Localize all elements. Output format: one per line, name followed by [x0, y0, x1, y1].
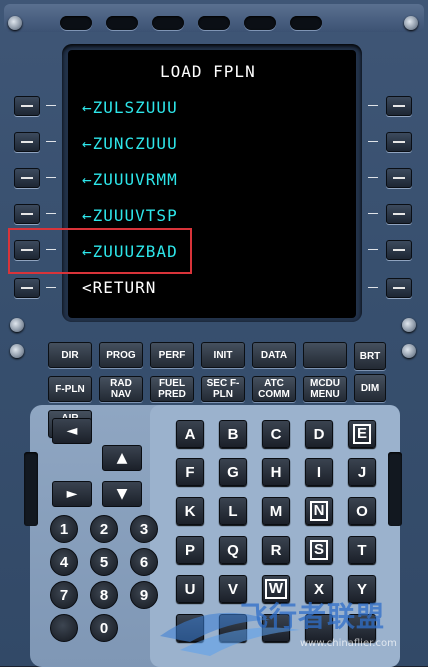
- annunciator-slot: [198, 16, 230, 30]
- num-key-0[interactable]: 0: [90, 614, 118, 642]
- rad-nav-key[interactable]: RAD NAV: [99, 376, 143, 402]
- lsk-4r[interactable]: [386, 204, 412, 224]
- num-key-5[interactable]: 5: [90, 548, 118, 576]
- lsk-1r[interactable]: [386, 96, 412, 116]
- num-key-7[interactable]: 7: [50, 581, 78, 609]
- alpha-key-m[interactable]: M: [262, 497, 290, 525]
- screw-icon: [404, 16, 418, 30]
- alpha-key-s[interactable]: S: [305, 536, 333, 564]
- alpha-key-o[interactable]: O: [348, 497, 376, 525]
- alpha-key-b[interactable]: B: [219, 420, 247, 448]
- watermark-url: www.chinaflier.com: [300, 638, 397, 649]
- data-key[interactable]: DATA: [252, 342, 296, 368]
- alpha-key-t[interactable]: T: [348, 536, 376, 564]
- num-key-4[interactable]: 4: [50, 548, 78, 576]
- lsk-2l[interactable]: [14, 132, 40, 152]
- dim-key[interactable]: DIM: [354, 374, 386, 402]
- alpha-key-i[interactable]: I: [305, 458, 333, 486]
- fm-indicator: [388, 452, 402, 526]
- screw-icon: [10, 318, 24, 332]
- annunciator-slot: [60, 16, 92, 30]
- perf-key[interactable]: PERF: [150, 342, 194, 368]
- lsk-3l[interactable]: [14, 168, 40, 188]
- slew-left-icon[interactable]: ◄: [52, 418, 92, 444]
- brt-key[interactable]: BRT: [354, 342, 386, 370]
- prog-key[interactable]: PROG: [99, 342, 143, 368]
- alpha-key-n[interactable]: N: [305, 497, 333, 525]
- lsk-1l[interactable]: [14, 96, 40, 116]
- lsk-dash: [368, 177, 378, 178]
- alpha-key-e-label: E: [352, 424, 371, 444]
- alpha-key-a[interactable]: A: [176, 420, 204, 448]
- page-title: LOAD FPLN: [160, 62, 256, 81]
- slew-right-icon[interactable]: ►: [52, 481, 92, 507]
- return-line: <RETURN: [82, 278, 157, 297]
- lsk-dash: [46, 177, 56, 178]
- lsk-dash: [368, 249, 378, 250]
- lsk-5r[interactable]: [386, 240, 412, 260]
- lsk-6r[interactable]: [386, 278, 412, 298]
- watermark-text: 飞行者联盟: [240, 600, 386, 633]
- slew-up-icon[interactable]: ▲: [102, 445, 142, 471]
- sec-fpln-key[interactable]: SEC F-PLN: [201, 376, 245, 402]
- num-key-6[interactable]: 6: [130, 548, 158, 576]
- route-line-1: ←ZULSZUUU: [82, 98, 178, 117]
- screw-icon: [402, 318, 416, 332]
- fuel-pred-key[interactable]: FUEL PRED: [150, 376, 194, 402]
- alpha-key-d[interactable]: D: [305, 420, 333, 448]
- lsk-dash: [368, 287, 378, 288]
- annunciator-slot: [244, 16, 276, 30]
- num-key-3[interactable]: 3: [130, 515, 158, 543]
- screw-icon: [8, 16, 22, 30]
- lsk-dash: [46, 105, 56, 106]
- slew-down-icon[interactable]: ▼: [102, 481, 142, 507]
- alpha-key-l[interactable]: L: [219, 497, 247, 525]
- alpha-key-q[interactable]: Q: [219, 536, 247, 564]
- dir-key[interactable]: DIR: [48, 342, 92, 368]
- num-key-8[interactable]: 8: [90, 581, 118, 609]
- alpha-key-r[interactable]: R: [262, 536, 290, 564]
- alpha-key-k[interactable]: K: [176, 497, 204, 525]
- lsk-dash: [46, 287, 56, 288]
- fail-indicator: [24, 452, 38, 526]
- screw-icon: [402, 344, 416, 358]
- alpha-key-f[interactable]: F: [176, 458, 204, 486]
- lsk-dash: [368, 141, 378, 142]
- route-line-4: ←ZUUUVTSP: [82, 206, 178, 225]
- num-key-1[interactable]: 1: [50, 515, 78, 543]
- lsk-dash: [46, 141, 56, 142]
- lsk-3r[interactable]: [386, 168, 412, 188]
- lsk-dash: [46, 213, 56, 214]
- route-line-3: ←ZUUUVRMM: [82, 170, 178, 189]
- lsk-6l[interactable]: [14, 278, 40, 298]
- init-key[interactable]: INIT: [201, 342, 245, 368]
- route-line-2: ←ZUNCZUUU: [82, 134, 178, 153]
- alpha-key-s-label: S: [309, 540, 328, 560]
- alpha-key-j[interactable]: J: [348, 458, 376, 486]
- annunciator-slot: [106, 16, 138, 30]
- alpha-key-e[interactable]: E: [348, 420, 376, 448]
- blank-key[interactable]: [303, 342, 347, 368]
- decimal-key[interactable]: [50, 614, 78, 642]
- mcdu-menu-key[interactable]: MCDU MENU: [303, 376, 347, 402]
- lsk-2r[interactable]: [386, 132, 412, 152]
- screw-icon: [10, 344, 24, 358]
- alpha-key-g[interactable]: G: [219, 458, 247, 486]
- atc-comm-key[interactable]: ATC COMM: [252, 376, 296, 402]
- alpha-key-p[interactable]: P: [176, 536, 204, 564]
- num-key-2[interactable]: 2: [90, 515, 118, 543]
- annunciator-slot: [290, 16, 322, 30]
- lsk-dash: [368, 105, 378, 106]
- fpln-key[interactable]: F-PLN: [48, 376, 92, 402]
- alpha-key-c[interactable]: C: [262, 420, 290, 448]
- lsk-dash: [368, 213, 378, 214]
- lsk-4l[interactable]: [14, 204, 40, 224]
- annunciator-slot: [152, 16, 184, 30]
- mcdu-unit: LOAD FPLN ←ZULSZUUU ←ZUNCZUUU ←ZUUUVRMM …: [0, 0, 428, 667]
- highlight-box: [8, 228, 192, 274]
- alpha-key-n-label: N: [309, 501, 329, 521]
- alpha-key-h[interactable]: H: [262, 458, 290, 486]
